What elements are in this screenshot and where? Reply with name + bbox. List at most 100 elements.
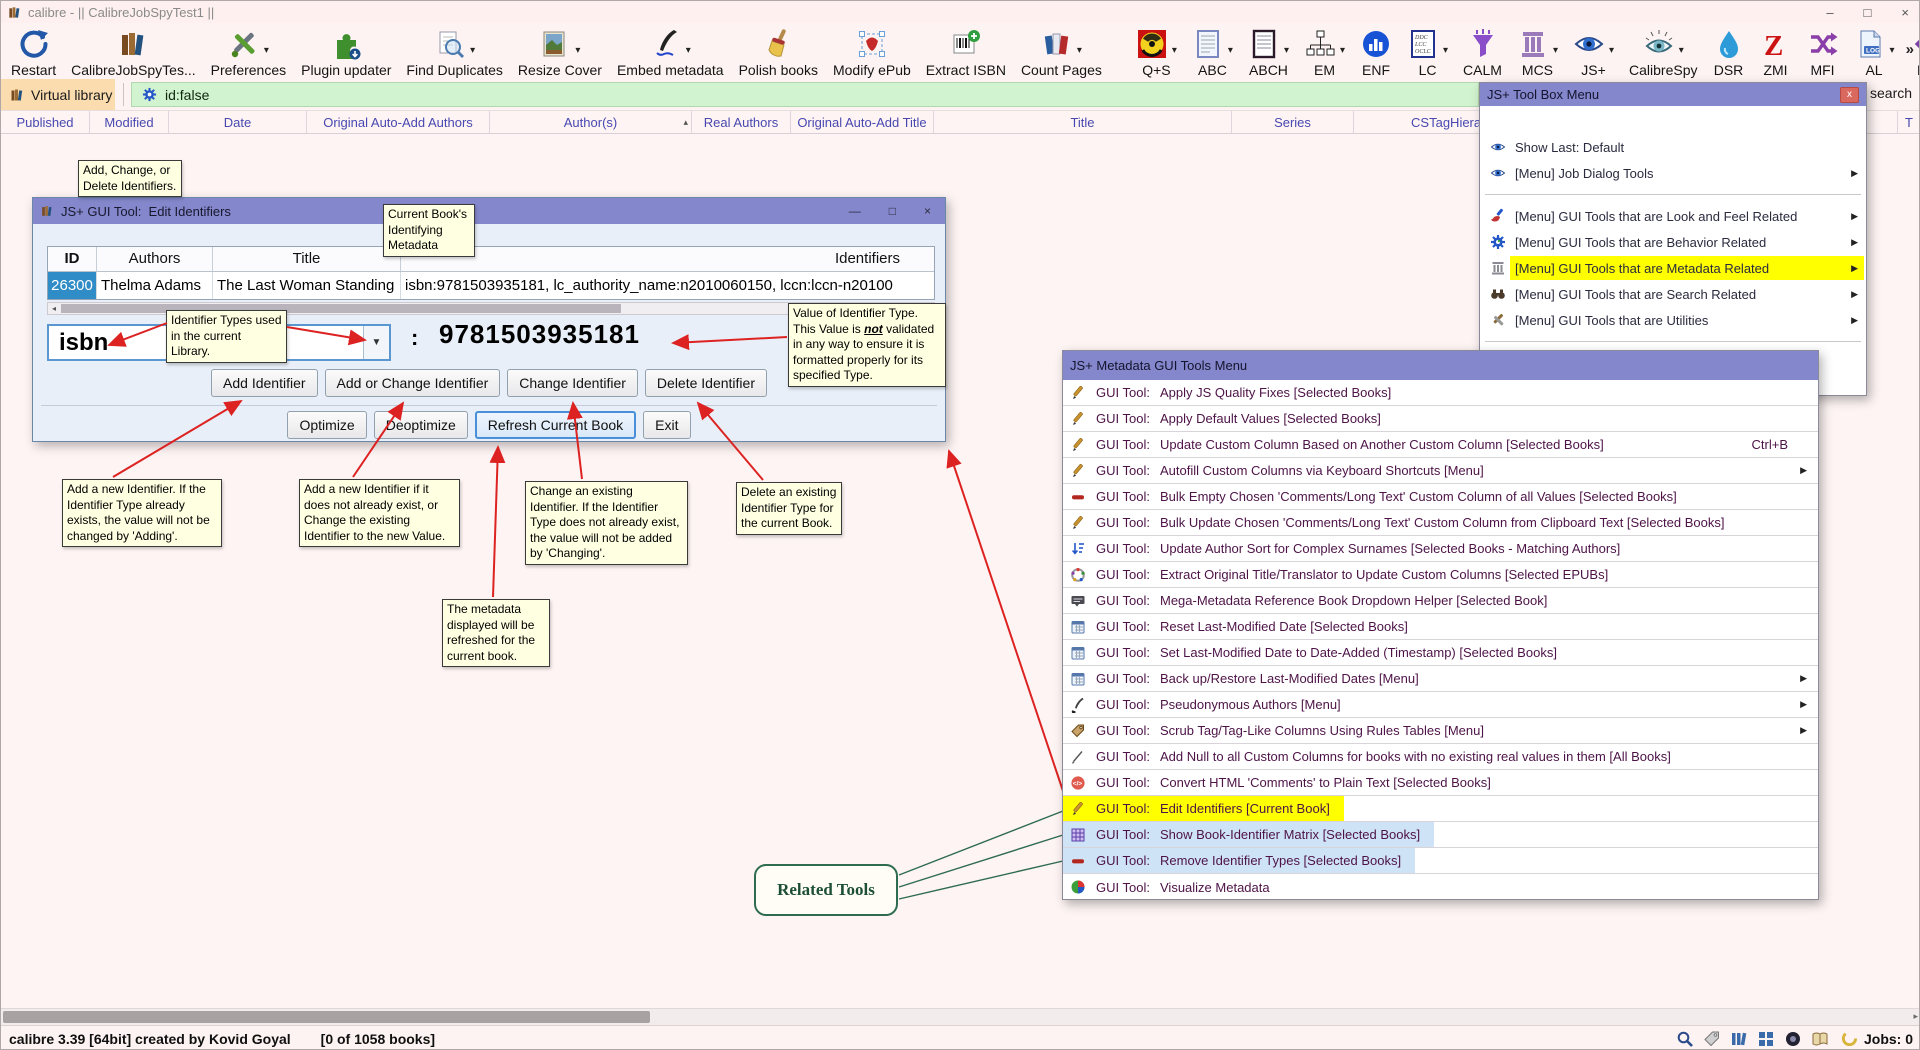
menu-item-set-last-modified-date-to-date-added-timestamp-selected-books[interactable]: GUI Tool:Set Last-Modified Date to Date-… — [1063, 640, 1818, 666]
toolbar-button-zmi[interactable]: ZZMI — [1760, 26, 1792, 78]
toolbar-button-enf[interactable]: ENF — [1360, 26, 1392, 78]
delete-identifier-button[interactable]: Delete Identifier — [645, 369, 767, 397]
toolbar-button-abc[interactable]: ▾ABC — [1192, 26, 1233, 78]
toolbar-button-mcs[interactable]: ▾MCS — [1517, 26, 1558, 78]
table-row[interactable]: 26300 Thelma Adams The Last Woman Standi… — [48, 272, 934, 299]
cell-authors[interactable]: Thelma Adams — [97, 272, 213, 299]
toolbar-button-js[interactable]: ▾JS+ — [1573, 26, 1614, 78]
menu-item-autofill-custom-columns-via-keyboard-shortcuts-menu[interactable]: GUI Tool:Autofill Custom Columns via Key… — [1063, 458, 1818, 484]
dropdown-caret-icon[interactable]: ▾ — [1890, 45, 1895, 56]
add-identifier-button[interactable]: Add Identifier — [211, 369, 318, 397]
menu-item-bulk-empty-chosen-comments-long-text-custom-column-of-all-values-selected-books[interactable]: GUI Tool:Bulk Empty Chosen 'Comments/Lon… — [1063, 484, 1818, 510]
menu-item-scrub-tag-tag-like-columns-using-rules-tables-menu[interactable]: GUI Tool:Scrub Tag/Tag-Like Columns Usin… — [1063, 718, 1818, 744]
toolbar-button-embed-metadata[interactable]: ▾Embed metadata — [617, 26, 724, 78]
toolbar-button-calibrejobspytes[interactable]: CalibreJobSpyTes... — [71, 26, 196, 78]
menu-item-menu-gui-tools-that-are-search-related[interactable]: [Menu] GUI Tools that are Search Related… — [1480, 281, 1866, 307]
toolbar-button-al[interactable]: LOG▾AL — [1854, 26, 1895, 78]
scrollbar-thumb[interactable] — [3, 1011, 650, 1023]
menu-item-mega-metadata-reference-book-dropdown-helper-selected-book[interactable]: GUI Tool:Mega-Metadata Reference Book Dr… — [1063, 588, 1818, 614]
cell-title[interactable]: The Last Woman Standing — [213, 272, 401, 299]
exit-button[interactable]: Exit — [643, 411, 690, 439]
column-header-author-s[interactable]: Author(s)▴ — [490, 111, 692, 133]
combobox-dropdown-button[interactable]: ▼ — [363, 326, 389, 359]
column-header-title[interactable]: Title — [934, 111, 1232, 133]
menu-item-pseudonymous-authors-menu[interactable]: GUI Tool:Pseudonymous Authors [Menu]▶ — [1063, 692, 1818, 718]
menu-item-reset-last-modified-date-selected-books[interactable]: GUI Tool:Reset Last-Modified Date [Selec… — [1063, 614, 1818, 640]
toolbar-button-restart[interactable]: Restart — [11, 26, 56, 78]
toolbar-button-extract-isbn[interactable]: Extract ISBN — [926, 26, 1006, 78]
optimize-button[interactable]: Optimize — [287, 411, 366, 439]
minimize-button[interactable]: – — [1826, 5, 1833, 20]
dropdown-caret-icon[interactable]: ▾ — [1443, 45, 1448, 56]
close-button[interactable]: × — [1901, 5, 1909, 20]
menu-item-back-up-restore-last-modified-dates-menu[interactable]: GUI Tool:Back up/Restore Last-Modified D… — [1063, 666, 1818, 692]
column-header-original-auto-add-authors[interactable]: Original Auto-Add Authors — [307, 111, 490, 133]
menu-item-remove-identifier-types-selected-books[interactable]: GUI Tool:Remove Identifier Types [Select… — [1063, 848, 1818, 874]
column-header-title[interactable]: Title — [213, 247, 401, 271]
gear-icon[interactable] — [142, 87, 157, 102]
menu-item-menu-gui-tools-that-are-look-and-feel-related[interactable]: [Menu] GUI Tools that are Look and Feel … — [1480, 203, 1866, 229]
scrollbar-thumb[interactable] — [61, 304, 621, 313]
toolbar-button-find-duplicates[interactable]: ▾Find Duplicates — [406, 26, 503, 78]
menu-item-show-book-identifier-matrix-selected-books[interactable]: GUI Tool:Show Book-Identifier Matrix [Se… — [1063, 822, 1818, 848]
dialog-minimize-button[interactable]: — — [849, 204, 861, 218]
column-header-modified[interactable]: Modified — [90, 111, 169, 133]
toolbar-button-count-pages[interactable]: ▾Count Pages — [1021, 26, 1102, 78]
toolbar-button-em[interactable]: ▾EM — [1304, 26, 1345, 78]
toolbar-button-calibrespy[interactable]: ▾CalibreSpy — [1629, 26, 1697, 78]
dropdown-caret-icon[interactable]: ▾ — [470, 45, 475, 56]
toolbar-button-polish-books[interactable]: Polish books — [739, 26, 818, 78]
dropdown-caret-icon[interactable]: ▾ — [1077, 45, 1082, 56]
toolbar-button-dsr[interactable]: DSR — [1713, 26, 1745, 78]
virtual-library-button[interactable]: Virtual library — [1, 79, 115, 110]
column-header-published[interactable]: Published — [1, 111, 90, 133]
toolbar-button-modify-epub[interactable]: Modify ePub — [833, 26, 911, 78]
scroll-right-icon[interactable]: ▸ — [1913, 1011, 1918, 1022]
dropdown-caret-icon[interactable]: ▾ — [1228, 45, 1233, 56]
maximize-button[interactable]: □ — [1864, 5, 1872, 20]
dropdown-caret-icon[interactable]: ▾ — [1284, 45, 1289, 56]
column-header-id[interactable]: ID — [48, 247, 97, 271]
menu-item-convert-html-comments-to-plain-text-selected-books[interactable]: </>GUI Tool:Convert HTML 'Comments' to P… — [1063, 770, 1818, 796]
menu-item-update-author-sort-for-complex-surnames-selected-books-matching-authors[interactable]: GUI Tool:Update Author Sort for Complex … — [1063, 536, 1818, 562]
column-header-date[interactable]: Date — [169, 111, 307, 133]
menu-item-menu-job-dialog-tools[interactable]: [Menu] Job Dialog Tools▶ — [1480, 160, 1866, 186]
dialog-titlebar[interactable]: JS+ GUI Tool: Edit Identifiers — □ × — [33, 198, 945, 224]
dropdown-caret-icon[interactable]: ▾ — [264, 45, 269, 56]
dropdown-caret-icon[interactable]: ▾ — [1553, 45, 1558, 56]
add-or-change-identifier-button[interactable]: Add or Change Identifier — [325, 369, 501, 397]
column-header-real-authors[interactable]: Real Authors — [692, 111, 791, 133]
dropdown-caret-icon[interactable]: ▾ — [1340, 45, 1345, 56]
menu-item-apply-default-values-selected-books[interactable]: GUI Tool:Apply Default Values [Selected … — [1063, 406, 1818, 432]
column-header-authors[interactable]: Authors — [97, 247, 213, 271]
menu-item-apply-js-quality-fixes-selected-books[interactable]: GUI Tool:Apply JS Quality Fixes [Selecte… — [1063, 380, 1818, 406]
dropdown-caret-icon[interactable]: ▾ — [1609, 45, 1614, 56]
change-identifier-button[interactable]: Change Identifier — [507, 369, 638, 397]
toolbar-button-calm[interactable]: CALM — [1463, 26, 1502, 78]
identifier-value[interactable]: 9781503935181 — [439, 319, 640, 350]
dropdown-caret-icon[interactable]: ▾ — [686, 45, 691, 56]
toolbar-button-preferences[interactable]: ▾Preferences — [211, 26, 286, 78]
column-header-identifiers[interactable]: Identifiers — [401, 247, 934, 271]
refresh-current-book-button[interactable]: Refresh Current Book — [475, 411, 636, 439]
menu-item-menu-gui-tools-that-are-behavior-related[interactable]: [Menu] GUI Tools that are Behavior Relat… — [1480, 229, 1866, 255]
toolbar-button-q-s[interactable]: ▾Q+S — [1136, 26, 1177, 78]
main-horizontal-scrollbar[interactable]: ◂ ▸ — [1, 1008, 1920, 1025]
toolbar-button-plugin-updater[interactable]: Plugin updater — [301, 26, 391, 78]
menu-item-update-custom-column-based-on-another-custom-column-selected-books[interactable]: GUI Tool:Update Custom Column Based on A… — [1063, 432, 1818, 458]
toolbar-button-lc[interactable]: DDCLCCOCLC▾LC — [1407, 26, 1448, 78]
menu-item-edit-identifiers-current-book[interactable]: GUI Tool:Edit Identifiers [Current Book] — [1063, 796, 1818, 822]
column-header-original-auto-add-title[interactable]: Original Auto-Add Title — [791, 111, 934, 133]
cell-identifiers[interactable]: isbn:9781503935181, lc_authority_name:n2… — [401, 272, 897, 299]
dropdown-caret-icon[interactable]: ▾ — [1679, 45, 1684, 56]
menu-item-bulk-update-chosen-comments-long-text-custom-column-from-clipboard-text-selected-books[interactable]: GUI Tool:Bulk Update Chosen 'Comments/Lo… — [1063, 510, 1818, 536]
toolbox-menu-titlebar[interactable]: JS+ Tool Box Menu x — [1480, 83, 1866, 106]
dialog-maximize-button[interactable]: □ — [889, 204, 896, 218]
scroll-left-icon[interactable]: ◂ — [48, 303, 60, 314]
toolbar-button-resize-cover[interactable]: ▾Resize Cover — [518, 26, 602, 78]
deoptimize-button[interactable]: Deoptimize — [374, 411, 468, 439]
search-input[interactable]: id:false — [131, 82, 1479, 107]
toolbar-button-mfi[interactable]: MFI — [1807, 26, 1839, 78]
menu-item-show-last-default[interactable]: Show Last: Default — [1480, 134, 1866, 160]
dropdown-caret-icon[interactable]: ▾ — [575, 45, 580, 56]
